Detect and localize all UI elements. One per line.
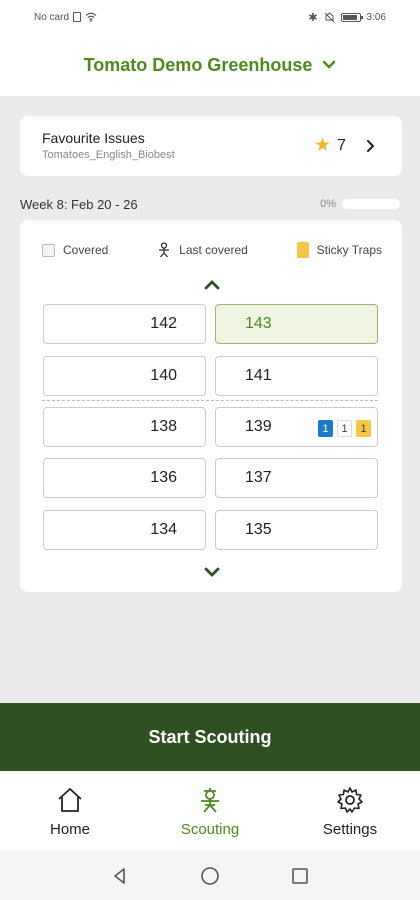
row-number: 134	[150, 521, 177, 538]
row-number: 142	[150, 315, 177, 332]
row-number: 136	[150, 469, 177, 486]
home-circle-icon[interactable]	[200, 866, 220, 886]
tab-settings-label: Settings	[322, 820, 378, 838]
home-icon	[58, 787, 82, 812]
week-row: Week 8: Feb 20 - 26 0%	[20, 194, 400, 214]
covered-count-badge: 1	[337, 420, 352, 437]
row-number: 139	[245, 418, 272, 435]
legend: Covered Last covered Sticky Traps	[42, 242, 382, 258]
row-cell-141[interactable]: 141	[215, 356, 378, 396]
recents-square-icon[interactable]	[290, 866, 310, 886]
tab-scouting-label: Scouting	[180, 820, 240, 838]
favourite-count: 7	[337, 136, 346, 154]
star-icon: ★	[314, 135, 332, 156]
week-label: Week 8: Feb 20 - 26	[20, 196, 138, 212]
row-number: 137	[245, 469, 272, 486]
row-cell-136[interactable]: 136	[43, 458, 206, 498]
issue-count-badge: 1	[318, 420, 333, 437]
tab-home[interactable]: Home	[0, 771, 140, 851]
row-number: 143	[245, 315, 272, 332]
mute-icon	[324, 11, 334, 22]
legend-sticky-traps-label: Sticky Traps	[316, 243, 382, 257]
wifi-icon	[85, 12, 97, 22]
legend-last-covered: Last covered	[157, 242, 248, 258]
back-icon[interactable]	[110, 866, 130, 886]
chevron-right-icon	[367, 139, 375, 152]
progress-percent: 0%	[320, 198, 336, 210]
bottom-tab-bar: Home Scouting Settings	[0, 771, 420, 851]
row-cell-137[interactable]: 137	[215, 458, 378, 498]
row-number: 138	[150, 418, 177, 435]
row-cell-138[interactable]: 138	[43, 407, 206, 447]
greenhouse-title: Tomato Demo Greenhouse	[83, 54, 313, 75]
row-cell-139[interactable]: 139 1 1 1	[215, 407, 378, 447]
legend-covered: Covered	[42, 243, 108, 257]
row-cell-143[interactable]: 143	[215, 304, 378, 344]
legend-sticky-traps: Sticky Traps	[296, 242, 382, 258]
row-number: 135	[245, 521, 272, 538]
row-cell-134[interactable]: 134	[43, 510, 206, 550]
legend-last-covered-label: Last covered	[179, 243, 248, 257]
scroll-down-icon[interactable]	[202, 565, 222, 579]
battery-icon	[340, 12, 363, 22]
sticky-trap-swatch-icon	[296, 242, 309, 258]
tab-scouting[interactable]: Scouting	[140, 771, 280, 851]
row-number: 141	[245, 367, 272, 384]
system-nav-bar	[0, 851, 420, 900]
start-scouting-button[interactable]: Start Scouting	[0, 703, 420, 771]
row-badges: 1 1 1	[318, 420, 371, 437]
tab-settings[interactable]: Settings	[280, 771, 420, 851]
sticky-trap-count-badge: 1	[356, 420, 371, 437]
row-number: 140	[150, 367, 177, 384]
bluetooth-icon: ✱	[308, 11, 318, 24]
favourite-issues-card[interactable]: Favourite Issues Tomatoes_English_Biobes…	[20, 116, 402, 176]
chevron-down-icon	[323, 60, 336, 69]
scout-icon	[201, 787, 219, 813]
row-cell-140[interactable]: 140	[43, 356, 206, 396]
carrier-text: No card	[34, 11, 70, 23]
greenhouse-selector[interactable]: Tomato Demo Greenhouse	[0, 34, 420, 96]
scout-person-icon	[159, 242, 170, 258]
legend-covered-label: Covered	[63, 243, 109, 257]
path-divider	[42, 400, 378, 401]
gear-icon	[337, 786, 363, 813]
rows-grid-card: Covered Last covered Sticky Traps 142 14…	[20, 220, 402, 592]
status-bar: No card ✱ 3:06	[0, 0, 420, 34]
clock-text: 3:06	[366, 11, 386, 23]
progress-bar	[342, 199, 400, 209]
sim-icon	[73, 12, 82, 22]
row-cell-135[interactable]: 135	[215, 510, 378, 550]
covered-swatch-icon	[42, 243, 55, 257]
tab-home-label: Home	[49, 820, 90, 838]
row-cell-142[interactable]: 142	[43, 304, 206, 344]
scroll-up-icon[interactable]	[202, 278, 222, 292]
